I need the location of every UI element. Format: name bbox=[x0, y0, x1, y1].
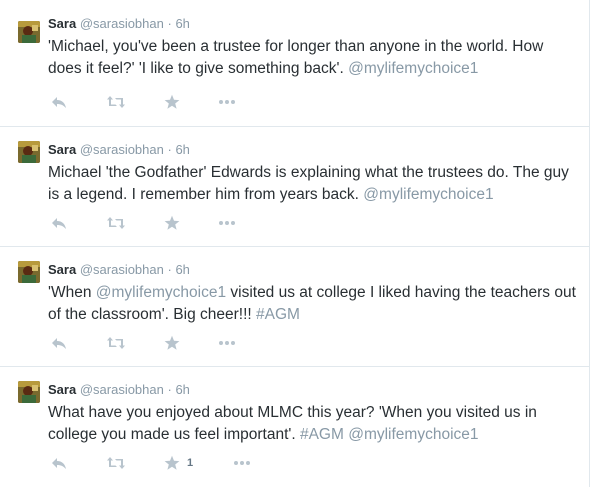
more-button[interactable] bbox=[218, 93, 236, 111]
favorite-button[interactable] bbox=[164, 214, 180, 232]
star-icon bbox=[164, 455, 180, 470]
mention-link[interactable]: @mylifemychoice1 bbox=[348, 60, 478, 77]
tweet-text: What have you enjoyed about MLMC this ye… bbox=[48, 402, 578, 446]
mention-link[interactable]: @mylifemychoice1 bbox=[96, 284, 226, 301]
reply-icon bbox=[52, 97, 66, 108]
tweet-text: Michael 'the Godfather' Edwards is expla… bbox=[48, 162, 578, 206]
timestamp[interactable]: 6h bbox=[175, 142, 189, 157]
more-button[interactable] bbox=[218, 214, 236, 232]
reply-button[interactable] bbox=[51, 93, 67, 111]
hashtag-link[interactable]: #AGM bbox=[300, 426, 344, 443]
tweet-header: Sara @sarasiobhan · 6h bbox=[48, 382, 190, 398]
favorite-count: 1 bbox=[187, 457, 194, 469]
tweet-actions bbox=[48, 334, 348, 352]
username[interactable]: @sarasiobhan bbox=[80, 142, 164, 157]
more-icon bbox=[234, 461, 250, 465]
retweet-icon bbox=[107, 217, 125, 229]
avatar[interactable] bbox=[18, 21, 40, 43]
fullname[interactable]: Sara bbox=[48, 382, 76, 397]
tweet[interactable]: Sara @sarasiobhan · 6h 'When @mylifemych… bbox=[0, 246, 589, 366]
tweet-actions: 1 bbox=[48, 454, 348, 472]
reply-button[interactable] bbox=[51, 214, 67, 232]
tweet-text: 'When @mylifemychoice1 visited us at col… bbox=[48, 282, 578, 326]
tweet-actions bbox=[48, 93, 348, 111]
retweet-icon bbox=[107, 337, 125, 349]
timestamp[interactable]: 6h bbox=[175, 16, 189, 31]
more-icon bbox=[219, 100, 235, 104]
favorite-button[interactable] bbox=[164, 93, 180, 111]
star-icon bbox=[164, 335, 180, 350]
timestamp[interactable]: 6h bbox=[175, 262, 189, 277]
username[interactable]: @sarasiobhan bbox=[80, 16, 164, 31]
fullname[interactable]: Sara bbox=[48, 16, 76, 31]
timestamp[interactable]: 6h bbox=[175, 382, 189, 397]
more-button[interactable] bbox=[218, 334, 236, 352]
tweet-actions bbox=[48, 214, 348, 232]
favorite-button[interactable] bbox=[164, 334, 180, 352]
fullname[interactable]: Sara bbox=[48, 262, 76, 277]
username[interactable]: @sarasiobhan bbox=[80, 262, 164, 277]
star-icon bbox=[164, 215, 180, 230]
retweet-button[interactable] bbox=[107, 454, 125, 472]
tweet-text-body: 'When bbox=[48, 284, 96, 301]
separator: · bbox=[167, 16, 172, 31]
favorite-button[interactable]: 1 bbox=[164, 454, 193, 472]
reply-icon bbox=[52, 458, 66, 469]
tweet-header: Sara @sarasiobhan · 6h bbox=[48, 262, 190, 278]
tweet-header: Sara @sarasiobhan · 6h bbox=[48, 142, 190, 158]
retweet-button[interactable] bbox=[107, 214, 125, 232]
username[interactable]: @sarasiobhan bbox=[80, 382, 164, 397]
more-icon bbox=[219, 221, 235, 225]
retweet-icon bbox=[107, 96, 125, 108]
reply-button[interactable] bbox=[51, 334, 67, 352]
retweet-icon bbox=[107, 457, 125, 469]
avatar[interactable] bbox=[18, 261, 40, 283]
mention-link[interactable]: @mylifemychoice1 bbox=[348, 426, 478, 443]
more-icon bbox=[219, 341, 235, 345]
tweet[interactable]: Sara @sarasiobhan · 6h 'Michael, you've … bbox=[0, 7, 589, 124]
hashtag-link[interactable]: #AGM bbox=[256, 306, 300, 323]
tweet[interactable]: Sara @sarasiobhan · 6h Michael 'the Godf… bbox=[0, 126, 589, 246]
avatar[interactable] bbox=[18, 141, 40, 163]
avatar[interactable] bbox=[18, 381, 40, 403]
tweet-header: Sara @sarasiobhan · 6h bbox=[48, 16, 190, 32]
retweet-button[interactable] bbox=[107, 93, 125, 111]
mention-link[interactable]: @mylifemychoice1 bbox=[363, 186, 493, 203]
separator: · bbox=[167, 382, 172, 397]
reply-button[interactable] bbox=[51, 454, 67, 472]
reply-icon bbox=[52, 338, 66, 349]
separator: · bbox=[167, 142, 172, 157]
retweet-button[interactable] bbox=[107, 334, 125, 352]
tweet-timeline: Sara @sarasiobhan · 6h 'Michael, you've … bbox=[0, 0, 590, 487]
tweet[interactable]: Sara @sarasiobhan · 6h What have you enj… bbox=[0, 366, 589, 487]
fullname[interactable]: Sara bbox=[48, 142, 76, 157]
reply-icon bbox=[52, 218, 66, 229]
separator: · bbox=[167, 262, 172, 277]
tweet-text: 'Michael, you've been a trustee for long… bbox=[48, 36, 578, 80]
more-button[interactable] bbox=[233, 454, 251, 472]
star-icon bbox=[164, 94, 180, 109]
